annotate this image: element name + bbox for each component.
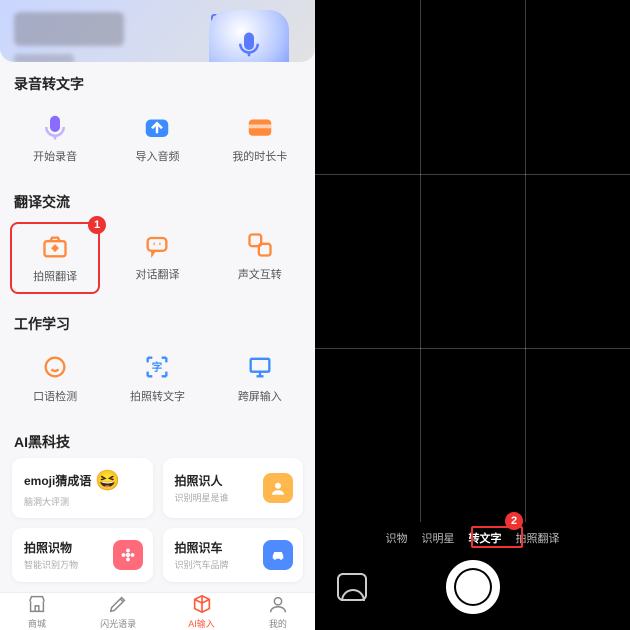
phone-right-camera: 2 识物 识明星 转文字 拍照翻译 [315,0,630,630]
row-ai-2: 拍照识物 智能识别万物 拍照识车 识别汽车品牌 [0,528,315,592]
item-label: 我的时长卡 [232,148,287,164]
tab-ai-input[interactable]: AI输入 [188,593,215,630]
tab-label: AI输入 [188,617,215,630]
tab-label: 商城 [28,617,46,630]
svg-text:字: 字 [152,361,163,374]
section-title-ai: AI黑科技 [0,420,315,458]
section-title-audio: 录音转文字 [0,62,315,100]
grid-line [525,0,526,522]
pen-icon [107,593,129,615]
grid-line [315,174,630,175]
voice-bubble-icon [209,10,289,62]
card-sub: 识别明星是谁 [175,491,229,504]
item-speak-check[interactable]: 口语检测 [10,344,100,412]
item-import-audio[interactable]: 导入音频 [112,104,202,172]
section-title-study: 工作学习 [0,302,315,340]
item-duration-card[interactable]: 我的时长卡 [215,104,305,172]
item-cross-screen[interactable]: 跨屏输入 [215,344,305,412]
item-photo-translate[interactable]: 拍照翻译 [10,222,100,294]
user-icon [267,593,289,615]
scan-text-icon: 字 [142,352,172,382]
tab-flash-quotes[interactable]: 闪光语录 [100,593,136,630]
blurred-subtitle [14,54,74,62]
item-label: 开始录音 [33,148,77,164]
flower-icon [113,540,143,570]
hero-banner[interactable] [0,0,315,62]
mode-star[interactable]: 识明星 [422,530,455,546]
blurred-title [14,12,124,46]
card-sub: 脑洞大评测 [24,495,120,508]
shutter-button[interactable] [446,560,500,614]
item-label: 拍照转文字 [130,388,185,404]
annotation-badge-1: 1 [88,216,106,234]
card-title: 拍照识车 [175,539,229,556]
card-photo-object[interactable]: 拍照识物 智能识别万物 [12,528,153,582]
card-emoji-idiom[interactable]: emoji猜成语😆 脑洞大评测 [12,458,153,518]
mic-icon [40,112,70,142]
swap-icon [245,230,275,260]
camera-translate-icon [40,232,70,262]
card-icon [245,112,275,142]
item-label: 导入音频 [135,148,179,164]
item-photo-to-text[interactable]: 字 拍照转文字 [112,344,202,412]
cube-icon [191,593,213,615]
tab-label: 我的 [269,617,287,630]
tab-store[interactable]: 商城 [26,593,48,630]
smile-icon [40,352,70,382]
row-audio: 开始录音 导入音频 我的时长卡 [0,100,315,180]
card-sub: 智能识别万物 [24,558,78,571]
grid-line [420,0,421,522]
annotation-badge-2: 2 [505,512,523,530]
mode-object[interactable]: 识物 [386,530,408,546]
item-label: 对话翻译 [135,266,179,282]
item-dialog-translate[interactable]: 对话翻译 [112,222,202,294]
card-title: 拍照识人 [175,472,229,489]
phone-left-app: 录音转文字 开始录音 导入音频 我的时长卡 翻译交流 1 拍 [0,0,315,630]
grid-line [315,348,630,349]
emoji-icon: 😆 [95,468,120,493]
row-study: 口语检测 字 拍照转文字 跨屏输入 [0,340,315,420]
bottom-tabbar: 商城 闪光语录 AI输入 我的 [0,592,315,630]
gallery-button[interactable] [337,573,367,601]
card-photo-car[interactable]: 拍照识车 识别汽车品牌 [163,528,304,582]
camera-controls [315,552,630,630]
row-ai-1: emoji猜成语😆 脑洞大评测 拍照识人 识别明星是谁 [0,458,315,528]
item-label: 声文互转 [238,266,282,282]
card-title: emoji猜成语😆 [24,468,120,493]
card-photo-person[interactable]: 拍照识人 识别明星是谁 [163,458,304,518]
camera-bottom-area: 2 识物 识明星 转文字 拍照翻译 [315,522,630,630]
person-icon [263,473,293,503]
section-title-translate: 翻译交流 [0,180,315,218]
card-title: 拍照识物 [24,539,78,556]
camera-viewfinder[interactable] [315,0,630,522]
tab-mine[interactable]: 我的 [267,593,289,630]
store-icon [26,593,48,615]
card-sub: 识别汽车品牌 [175,558,229,571]
item-label: 拍照翻译 [33,268,77,284]
tab-label: 闪光语录 [100,617,136,630]
item-start-record[interactable]: 开始录音 [10,104,100,172]
item-label: 口语检测 [33,388,77,404]
chat-icon [142,230,172,260]
car-icon [263,540,293,570]
row-translate: 1 拍照翻译 对话翻译 声文互转 [0,218,315,302]
import-icon [142,112,172,142]
item-voice-text-swap[interactable]: 声文互转 [215,222,305,294]
monitor-icon [245,352,275,382]
item-label: 跨屏输入 [238,388,282,404]
